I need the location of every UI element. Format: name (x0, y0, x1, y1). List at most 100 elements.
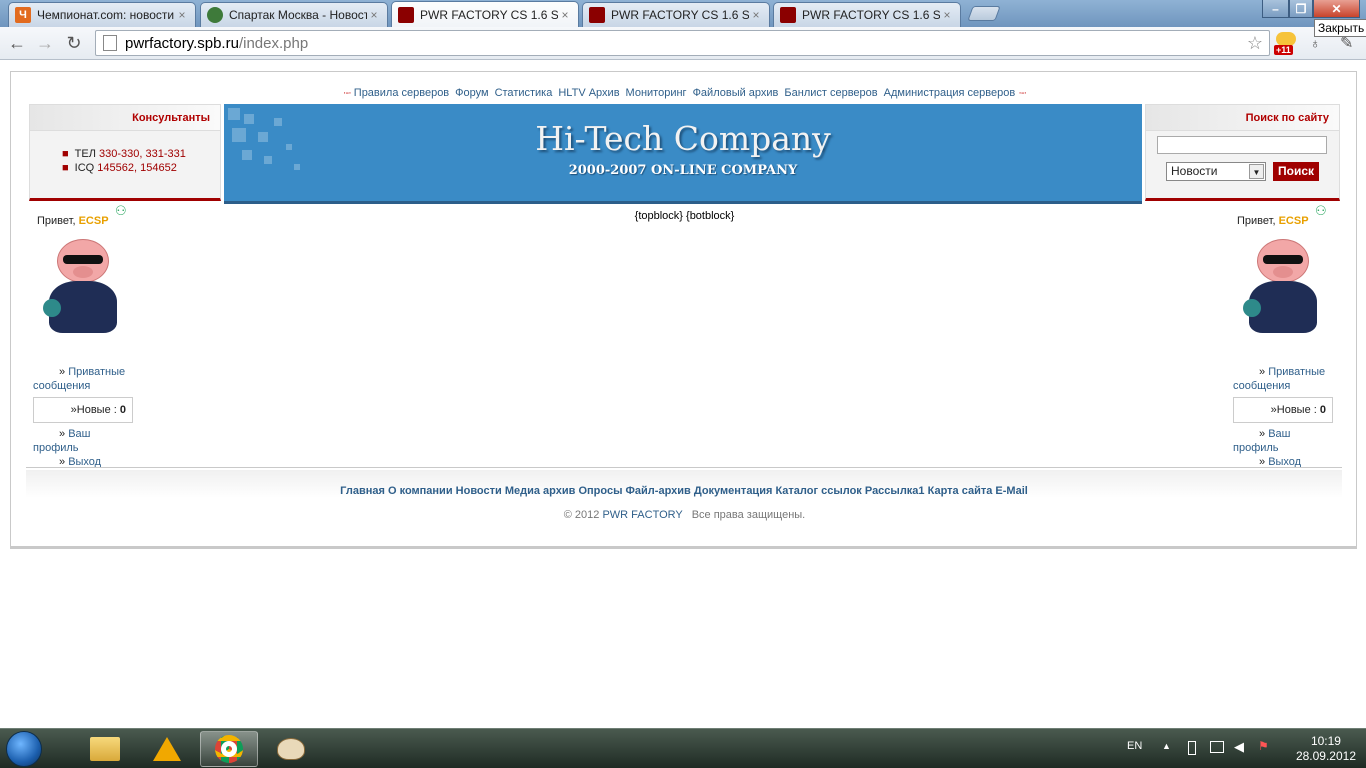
footer-link-11[interactable]: E-Mail (995, 485, 1027, 497)
spartak-favicon-icon (207, 7, 223, 23)
greeting: Привет, ECSP ⚇ (33, 203, 143, 227)
aimp-icon[interactable] (138, 731, 196, 767)
weather-extension-icon[interactable]: +11 (1274, 31, 1298, 57)
address-host: pwrfactory.spb.ru (125, 34, 239, 52)
network-status-icon[interactable]: ⚇ (1315, 203, 1331, 221)
pwr-favicon-icon (780, 7, 796, 23)
tab-5[interactable]: PWR FACTORY CS 1.6 SERV× (773, 2, 961, 27)
footer-link-9[interactable]: Рассылка1 (865, 485, 925, 497)
footer-link-10[interactable]: Карта сайта (928, 485, 993, 497)
tab-close-icon[interactable]: × (940, 8, 954, 22)
nav-ornament: ·-· (342, 87, 352, 99)
search-input[interactable] (1157, 136, 1327, 154)
username[interactable]: ECSP (79, 215, 109, 227)
footer-link-8[interactable]: Каталог ссылок (775, 485, 861, 497)
clock[interactable]: 10:19 28.09.2012 (1296, 734, 1356, 764)
close-window-button[interactable]: ✕ (1313, 0, 1360, 18)
paint-icon[interactable] (262, 731, 320, 767)
pwr-favicon-icon (589, 7, 605, 23)
reload-icon[interactable]: ↻ (63, 32, 85, 54)
chrome-icon[interactable] (200, 731, 258, 767)
network-icon[interactable] (1210, 741, 1224, 753)
taskbar: EN ▲ ◀ ⚑ 10:19 28.09.2012 (0, 728, 1366, 768)
explorer-icon[interactable] (76, 731, 134, 767)
tab-close-icon[interactable]: × (749, 8, 763, 22)
greeting: Привет, ECSP ⚇ (1233, 203, 1343, 227)
close-tooltip: Закрыть (1314, 19, 1366, 37)
volume-icon[interactable]: ◀ (1234, 739, 1244, 755)
tel-line: ■ ТЕЛ 330-330, 331-331 (62, 148, 186, 160)
page-frame: ·-· Правила серверов Форум Статистика HLTV А… (10, 71, 1357, 549)
back-arrow-icon[interactable]: ← (6, 32, 28, 54)
tab-title: Спартак Москва - Новост (229, 8, 367, 22)
tab-4[interactable]: PWR FACTORY CS 1.6 SERV× (582, 2, 770, 27)
maximize-button[interactable]: ❐ (1289, 0, 1313, 18)
footer-link-2[interactable]: О компании (388, 485, 453, 497)
topnav-link-7[interactable]: Банлист серверов (784, 87, 877, 99)
system-tray: EN ▲ ◀ ⚑ 10:19 28.09.2012 (1106, 729, 1366, 768)
private-messages-link[interactable]: Приватные сообщения (1233, 366, 1325, 392)
topnav-link-4[interactable]: HLTV Архив (558, 87, 619, 99)
copyright: © 2012 PWR FACTORY Все права защищены. (563, 509, 806, 521)
new-messages-count: 0 (119, 404, 126, 416)
tab-title: Чемпионат.com: новости (37, 8, 175, 22)
tab-close-icon[interactable]: × (558, 8, 572, 22)
footer-navigation: Главная О компании Новости Медиа архив О… (26, 470, 1342, 498)
start-button-icon[interactable] (6, 731, 42, 767)
profile-link[interactable]: Ваш профиль (1233, 428, 1290, 454)
footer-link-3[interactable]: Новости (456, 485, 502, 497)
footer-link-4[interactable]: Медиа архив (505, 485, 576, 497)
new-tab-button[interactable] (967, 6, 1001, 21)
consultants-title: Консультанты (30, 105, 220, 131)
user-panel-right: Привет, ECSP ⚇» Приватные сообщения» Новы… (1233, 203, 1343, 469)
chevron-down-icon: ▼ (1249, 164, 1264, 179)
search-category-value: Новости (1171, 164, 1218, 178)
tab-3[interactable]: PWR FACTORY CS 1.6 SERV× (391, 1, 579, 27)
tab-title: PWR FACTORY CS 1.6 SERV (802, 8, 940, 22)
consultants-box: Консультанты ■ ТЕЛ 330-330, 331-331 ■ ICQ … (29, 104, 221, 201)
language-indicator[interactable]: EN (1127, 740, 1142, 752)
topnav-link-8[interactable]: Администрация серверов (884, 87, 1016, 99)
tab-1[interactable]: Ч Чемпионат.com: новости × (8, 2, 196, 27)
search-category-select[interactable]: Новости ▼ (1166, 162, 1266, 181)
bookmark-star-icon[interactable]: ☆ (1247, 33, 1263, 54)
nav-ornament: ·-· (1018, 87, 1027, 99)
page-icon (103, 35, 117, 51)
action-center-icon[interactable]: ⚑ (1258, 739, 1269, 753)
tab-close-icon[interactable]: × (367, 8, 381, 22)
hitech-banner: Hi-Tech Company 2000-2007 ON-LINE COMPAN… (224, 104, 1142, 204)
topnav-link-6[interactable]: Файловый архив (693, 87, 779, 99)
new-messages-box: » Новые : 0 (33, 397, 133, 423)
username[interactable]: ECSP (1279, 215, 1309, 227)
tab-2[interactable]: Спартак Москва - Новост × (200, 2, 388, 27)
extension-icon[interactable]: ♁ (1310, 35, 1326, 53)
topnav-link-2[interactable]: Форум (455, 87, 488, 99)
brand-link[interactable]: PWR FACTORY (602, 509, 682, 521)
tab-title: PWR FACTORY CS 1.6 SERV (420, 7, 558, 22)
tab-title: PWR FACTORY CS 1.6 SERV (611, 8, 749, 22)
minimize-button[interactable]: – (1262, 0, 1289, 18)
battery-icon[interactable] (1188, 741, 1196, 755)
avatar (43, 239, 123, 339)
profile-link[interactable]: Ваш профиль (33, 428, 90, 454)
tray-expand-icon[interactable]: ▲ (1162, 741, 1171, 751)
private-messages-link[interactable]: Приватные сообщения (33, 366, 125, 392)
tab-close-icon[interactable]: × (175, 8, 189, 22)
page-viewport: ·-· Правила серверов Форум Статистика HLTV А… (0, 61, 1366, 728)
top-navigation: ·-· Правила серверов Форум Статистика HLTV А… (11, 87, 1358, 99)
topnav-link-1[interactable]: Правила серверов (354, 87, 449, 99)
footer-link-7[interactable]: Документация (694, 485, 773, 497)
search-box: Поиск по сайту Новости ▼ Поиск (1145, 104, 1340, 201)
new-messages-count: 0 (1319, 404, 1326, 416)
footer-link-5[interactable]: Опросы (578, 485, 622, 497)
address-bar[interactable]: pwrfactory.spb.ru/index.php ☆ (95, 30, 1270, 56)
footer-link-1[interactable]: Главная (340, 485, 385, 497)
search-button[interactable]: Поиск (1273, 162, 1319, 181)
browser-toolbar: ← → ↻ pwrfactory.spb.ru/index.php ☆ +11 … (0, 27, 1366, 60)
network-status-icon[interactable]: ⚇ (115, 203, 131, 221)
pwr-favicon-icon (398, 6, 414, 23)
topnav-link-5[interactable]: Мониторинг (626, 87, 687, 99)
forward-arrow-icon[interactable]: → (34, 32, 56, 54)
topnav-link-3[interactable]: Статистика (495, 87, 553, 99)
footer-link-6[interactable]: Файл-архив (626, 485, 691, 497)
